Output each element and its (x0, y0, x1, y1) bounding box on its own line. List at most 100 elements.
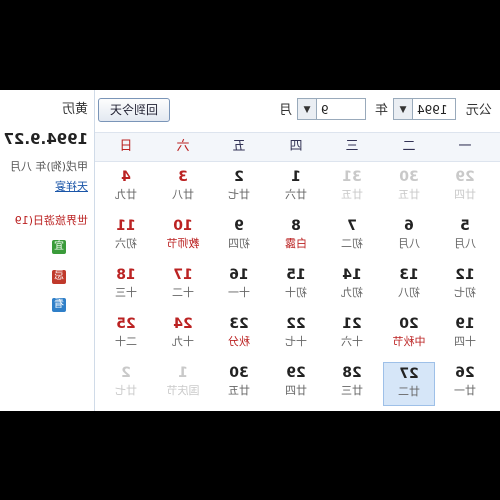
day-cell[interactable]: 1 国庆节 (157, 362, 209, 406)
day-number: 2 (121, 365, 131, 381)
day-number: 24 (173, 316, 193, 332)
day-cell[interactable]: 8 白露 (270, 215, 322, 259)
day-cell[interactable]: 10 教师节 (157, 215, 209, 259)
day-cell[interactable]: 20 中秋节 (383, 313, 435, 357)
month-dropdown-icon[interactable]: ▼ (297, 98, 317, 120)
lunar-label: 十一 (228, 286, 250, 299)
year-suffix: 年 (374, 103, 388, 118)
day-number: 15 (286, 267, 306, 283)
day-cell[interactable]: 5 八月 (439, 215, 491, 259)
day-cell[interactable]: 19 十四 (439, 313, 491, 357)
day-cell[interactable]: 4 廿九 (100, 166, 152, 210)
day-cell[interactable]: 26 廿一 (439, 362, 491, 406)
lunar-label: 初六 (115, 237, 137, 250)
day-cell[interactable]: 30 廿五 (213, 362, 265, 406)
day-number: 25 (116, 316, 136, 332)
day-number: 13 (399, 267, 419, 283)
day-number: 1 (178, 365, 188, 381)
year-dropdown-icon[interactable]: ▼ (393, 98, 413, 120)
day-cell[interactable]: 31 廿五 (326, 166, 378, 210)
day-number: 21 (342, 316, 362, 332)
info-link[interactable]: 天祥宴 (55, 178, 88, 194)
day-number: 19 (455, 316, 475, 332)
weekday-sun: 日 (119, 139, 133, 154)
day-number: 7 (347, 218, 357, 234)
view-icon[interactable]: 看 (52, 298, 66, 312)
day-cell[interactable]: 15 初十 (270, 264, 322, 308)
day-cell[interactable]: 1 廿六 (270, 166, 322, 210)
era-label: 公元 (465, 103, 492, 118)
back-to-today-button[interactable]: 回到今天 (98, 98, 170, 122)
day-number: 11 (116, 218, 136, 234)
day-number: 2 (234, 169, 244, 185)
day-number: 23 (229, 316, 249, 332)
day-cell[interactable]: 6 八月 (383, 215, 435, 259)
lunar-label: 十九 (172, 335, 194, 348)
lunar-label: 初十 (285, 286, 307, 299)
day-cell[interactable]: 22 十七 (270, 313, 322, 357)
day-cell[interactable]: 3 廿八 (157, 166, 209, 210)
suitable-icon[interactable]: 宜 (52, 240, 66, 254)
day-cell[interactable]: 2 廿七 (100, 362, 152, 406)
day-number: 17 (173, 267, 193, 283)
day-number: 29 (455, 169, 475, 185)
almanac-title: 黄历 (61, 102, 88, 117)
day-cell[interactable]: 29 廿四 (270, 362, 322, 406)
day-number: 6 (404, 218, 414, 234)
day-number: 14 (342, 267, 362, 283)
mirrored-view: 公元 1994 ▼ 年 9 ▼ 月 回到今天 一 二 三 四 五 六 日 29 廿… (0, 90, 500, 411)
selected-date: 1994.9.27 (3, 130, 88, 148)
lunar-label: 廿五 (228, 384, 250, 397)
day-number: 10 (173, 218, 193, 234)
lunar-label: 廿三 (341, 384, 363, 397)
month-suffix: 月 (278, 103, 292, 118)
month-field[interactable]: 9 (316, 98, 366, 120)
day-cell[interactable]: 21 十六 (326, 313, 378, 357)
day-cell[interactable]: 13 初八 (383, 264, 435, 308)
ganzhi-text: 甲戌(狗)年 八月 (9, 160, 88, 173)
day-number: 30 (229, 365, 249, 381)
day-number: 31 (342, 169, 362, 185)
day-cell[interactable]: 9 初四 (213, 215, 265, 259)
day-cell[interactable]: 14 初九 (326, 264, 378, 308)
day-cell[interactable]: 16 十一 (213, 264, 265, 308)
lunar-label: 廿四 (285, 384, 307, 397)
weekday-tue: 二 (402, 139, 416, 154)
day-number: 20 (399, 316, 419, 332)
year-field[interactable]: 1994 (412, 98, 456, 120)
day-cell[interactable]: 29 廿四 (439, 166, 491, 210)
day-cell[interactable]: 27 廿二 (383, 362, 435, 406)
toolbar: 公元 1994 ▼ 年 9 ▼ 月 回到今天 (95, 90, 500, 132)
day-number: 9 (234, 218, 244, 234)
lunar-label: 初四 (228, 237, 250, 250)
day-cell[interactable]: 7 初二 (326, 215, 378, 259)
day-number: 30 (399, 169, 419, 185)
day-cell[interactable]: 18 十三 (100, 264, 152, 308)
day-cell[interactable]: 2 廿七 (213, 166, 265, 210)
day-cell[interactable]: 30 廿五 (383, 166, 435, 210)
festival-text: 世界旅游日(19 (14, 214, 88, 227)
day-cell[interactable]: 28 廿三 (326, 362, 378, 406)
day-number: 1 (291, 169, 301, 185)
day-cell[interactable]: 25 二十 (100, 313, 152, 357)
lunar-label: 廿八 (172, 188, 194, 201)
day-number: 16 (229, 267, 249, 283)
lunar-label: 教师节 (166, 237, 200, 250)
lunar-label: 八月 (398, 237, 420, 250)
day-cell[interactable]: 23 秋分 (213, 313, 265, 357)
avoid-icon[interactable]: 忌 (52, 270, 66, 284)
lunar-label: 廿七 (115, 384, 137, 397)
weekday-thu: 四 (289, 139, 303, 154)
lunar-label: 廿六 (285, 188, 307, 201)
day-cell[interactable]: 12 初七 (439, 264, 491, 308)
day-cell[interactable]: 24 十九 (157, 313, 209, 357)
lunar-label: 白露 (285, 237, 307, 250)
day-number: 3 (178, 169, 188, 185)
lunar-label: 廿九 (115, 188, 137, 201)
lunar-label: 中秋节 (392, 335, 426, 348)
calendar-window: 公元 1994 ▼ 年 9 ▼ 月 回到今天 一 二 三 四 五 六 日 29 廿… (0, 90, 500, 411)
day-number: 12 (455, 267, 475, 283)
lunar-label: 廿二 (398, 385, 420, 398)
day-cell[interactable]: 11 初六 (100, 215, 152, 259)
day-cell[interactable]: 17 十二 (157, 264, 209, 308)
